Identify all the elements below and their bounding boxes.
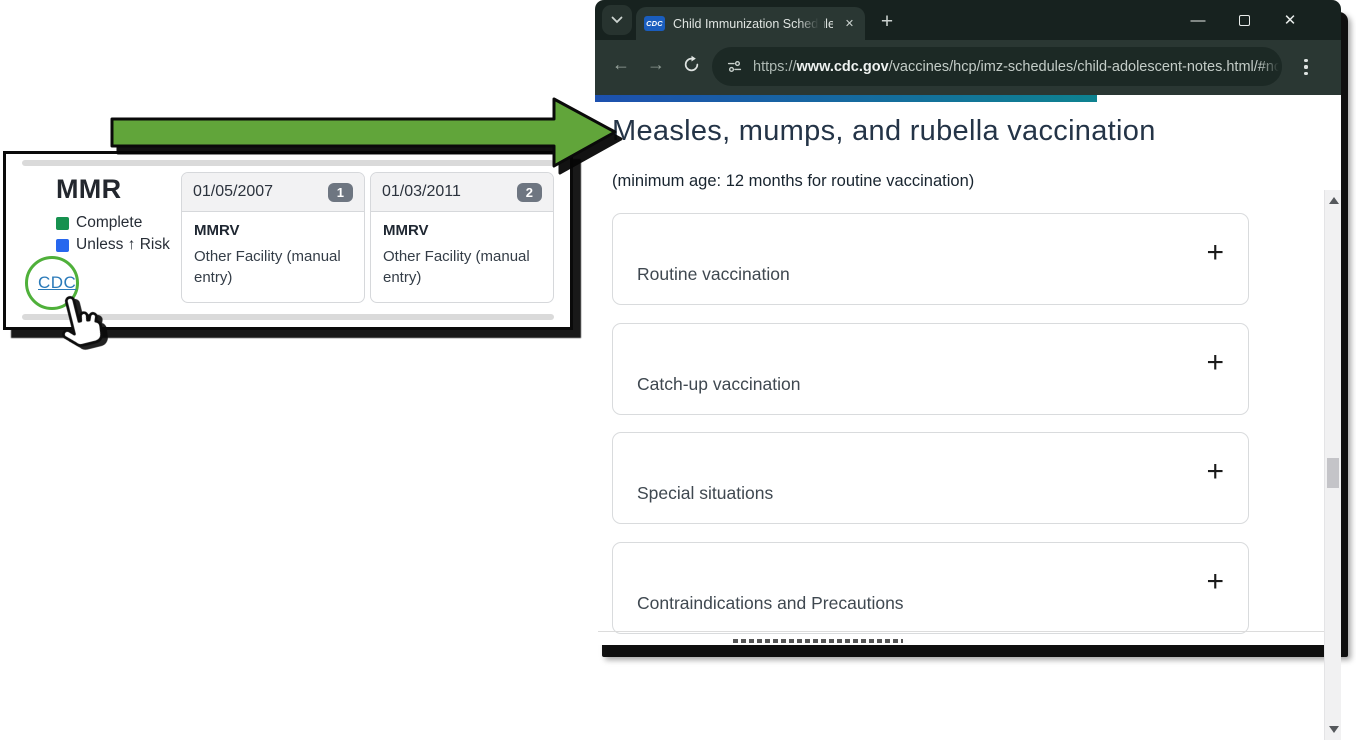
cdc-favicon: CDC bbox=[644, 16, 665, 31]
url-scheme: https:// bbox=[753, 59, 797, 75]
legend-unless-risk-label: Unless ↑ Risk bbox=[76, 236, 170, 254]
scrollbar-thumb[interactable] bbox=[1327, 458, 1339, 488]
reload-button[interactable] bbox=[682, 55, 701, 79]
dose-1-vaccine: MMRV bbox=[194, 222, 352, 239]
accordion-label: Contraindications and Precautions bbox=[637, 593, 904, 614]
new-tab-button[interactable]: + bbox=[873, 8, 901, 36]
dose-2-date: 01/03/2011 bbox=[382, 183, 461, 201]
accordion-label: Special situations bbox=[637, 483, 773, 504]
maximize-icon bbox=[1239, 15, 1250, 26]
scrollbar[interactable] bbox=[1324, 190, 1341, 740]
legend-complete: Complete bbox=[56, 214, 142, 232]
dose-2-number-badge: 2 bbox=[517, 183, 542, 202]
mmr-summary-panel: MMR Complete Unless ↑ Risk CDC 01/05/200… bbox=[3, 151, 573, 330]
tab-title-fade bbox=[798, 7, 824, 40]
chevron-down-icon bbox=[611, 16, 623, 24]
legend-complete-label: Complete bbox=[76, 214, 142, 232]
page-content: Measles, mumps, and rubella vaccination … bbox=[595, 95, 1341, 645]
url-text: https://www.cdc.gov/vaccines/hcp/imz-sch… bbox=[753, 59, 1282, 75]
kebab-dot bbox=[1304, 72, 1307, 75]
dose-card-2[interactable]: 01/03/2011 2 MMRV Other Facility (manual… bbox=[370, 172, 554, 303]
kebab-dot bbox=[1304, 59, 1307, 62]
accordion-routine-vaccination[interactable]: Routine vaccination + bbox=[612, 213, 1249, 305]
accordion-contraindications[interactable]: Contraindications and Precautions + bbox=[612, 542, 1249, 634]
plus-icon[interactable]: + bbox=[1206, 348, 1224, 378]
complete-swatch bbox=[56, 217, 69, 230]
dose-card-1-header: 01/05/2007 1 bbox=[182, 173, 364, 212]
page-subheading: (minimum age: 12 months for routine vacc… bbox=[612, 172, 974, 191]
dose-2-source: Other Facility (manual entry) bbox=[383, 247, 541, 288]
close-button[interactable]: ✕ bbox=[1273, 6, 1307, 34]
dose-card-2-header: 01/03/2011 2 bbox=[371, 173, 553, 212]
dose-card-1[interactable]: 01/05/2007 1 MMRV Other Facility (manual… bbox=[181, 172, 365, 303]
url-fade bbox=[1260, 47, 1282, 86]
dose-2-vaccine: MMRV bbox=[383, 222, 541, 239]
accordion-label: Routine vaccination bbox=[637, 264, 790, 285]
plus-icon[interactable]: + bbox=[1206, 238, 1224, 268]
address-bar[interactable]: https://www.cdc.gov/vaccines/hcp/imz-sch… bbox=[712, 47, 1282, 86]
dose-card-1-body: MMRV Other Facility (manual entry) bbox=[182, 212, 364, 298]
accordion-label: Catch-up vaccination bbox=[637, 374, 800, 395]
dose-1-source: Other Facility (manual entry) bbox=[194, 247, 352, 288]
maximize-button[interactable] bbox=[1227, 6, 1261, 34]
accordion-catch-up-vaccination[interactable]: Catch-up vaccination + bbox=[612, 323, 1249, 415]
plus-icon[interactable]: + bbox=[1206, 457, 1224, 487]
clipped-next-section-text bbox=[733, 639, 903, 643]
tab-search-button[interactable] bbox=[602, 5, 632, 35]
site-settings-icon[interactable] bbox=[726, 58, 743, 75]
browser-tab[interactable]: CDC Child Immunization Schedule N ✕ bbox=[636, 7, 865, 40]
unless-risk-swatch bbox=[56, 239, 69, 252]
minimize-button[interactable]: — bbox=[1181, 6, 1215, 34]
reading-progress-bar bbox=[595, 95, 1097, 102]
url-path: /vaccines/hcp/imz-schedules/child-adoles… bbox=[889, 59, 1282, 75]
back-button[interactable]: ← bbox=[612, 54, 630, 75]
cdc-link[interactable]: CDC bbox=[38, 273, 76, 293]
browser-toolbar: ← → https://www.cdc.gov/vaccines/hcp/imz… bbox=[595, 40, 1341, 95]
dose-1-number-badge: 1 bbox=[328, 183, 353, 202]
plus-icon[interactable]: + bbox=[1206, 567, 1224, 597]
kebab-dot bbox=[1304, 65, 1307, 68]
legend-unless-risk: Unless ↑ Risk bbox=[56, 236, 170, 254]
forward-button[interactable]: → bbox=[647, 54, 665, 75]
vaccine-group-title: MMR bbox=[56, 174, 121, 205]
accordion-special-situations[interactable]: Special situations + bbox=[612, 432, 1249, 524]
content-divider bbox=[598, 631, 1334, 632]
browser-window: CDC Child Immunization Schedule N ✕ + — … bbox=[595, 0, 1341, 645]
scroll-up-icon[interactable] bbox=[1329, 197, 1339, 204]
tab-close-icon[interactable]: ✕ bbox=[841, 15, 858, 32]
url-host: www.cdc.gov bbox=[797, 59, 889, 75]
page-heading: Measles, mumps, and rubella vaccination bbox=[612, 115, 1156, 148]
reload-icon bbox=[682, 55, 701, 74]
hand-cursor-icon bbox=[45, 285, 121, 364]
browser-menu-icon[interactable] bbox=[1297, 53, 1315, 81]
annotation-arrow bbox=[106, 96, 621, 174]
scroll-down-icon[interactable] bbox=[1329, 726, 1339, 733]
browser-titlebar: CDC Child Immunization Schedule N ✕ + — … bbox=[595, 0, 1341, 40]
dose-1-date: 01/05/2007 bbox=[193, 183, 273, 201]
dose-card-2-body: MMRV Other Facility (manual entry) bbox=[371, 212, 553, 298]
